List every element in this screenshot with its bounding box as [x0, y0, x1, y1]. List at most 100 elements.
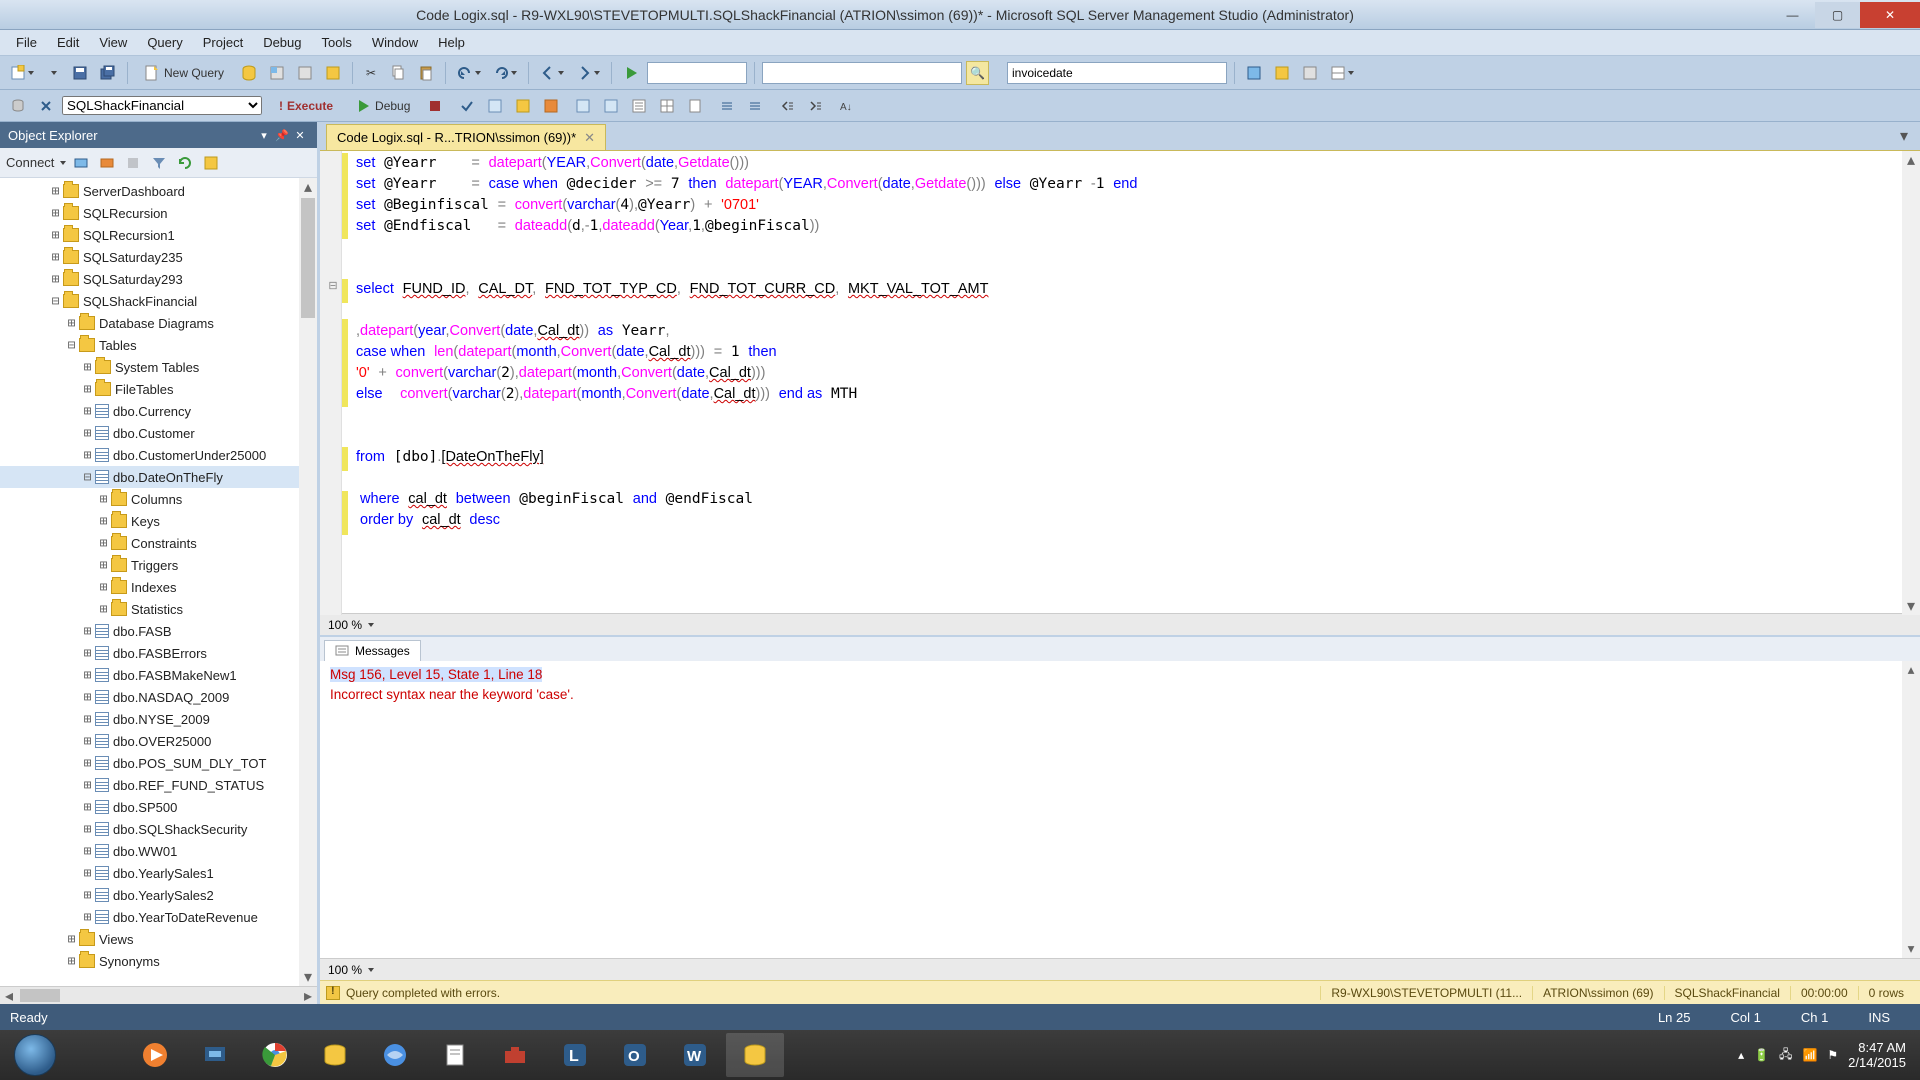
change-connection-icon[interactable] [34, 94, 58, 118]
find-icon[interactable]: 🔍 [966, 61, 989, 85]
cut-icon[interactable]: ✂ [360, 61, 382, 85]
start-debug-icon[interactable] [619, 61, 643, 85]
tree-expand-icon[interactable]: ⊞ [96, 580, 111, 595]
tree-node[interactable]: ⊞FileTables [0, 378, 317, 400]
registered-servers-icon[interactable] [1242, 61, 1266, 85]
taskbar-explorer-icon[interactable] [66, 1033, 124, 1077]
tree-expand-icon[interactable]: ⊞ [80, 734, 95, 749]
decrease-indent-icon[interactable] [775, 94, 799, 118]
tree-expand-icon[interactable]: ⊞ [48, 206, 63, 221]
tray-flag-icon[interactable]: ⚑ [1827, 1048, 1838, 1062]
parse-icon[interactable] [455, 94, 479, 118]
tree-expand-icon[interactable]: ⊞ [80, 778, 95, 793]
tree-expand-icon[interactable]: ⊞ [96, 514, 111, 529]
tab-close-icon[interactable]: ✕ [584, 130, 595, 146]
tree-expand-icon[interactable]: ⊞ [80, 690, 95, 705]
disconnect-icon[interactable] [96, 152, 118, 174]
taskbar-outlook-icon[interactable]: O [606, 1033, 664, 1077]
tree-node[interactable]: ⊞Indexes [0, 576, 317, 598]
tree-expand-icon[interactable]: ⊞ [80, 800, 95, 815]
tree-node[interactable]: ⊞SQLSaturday293 [0, 268, 317, 290]
filter-icon[interactable] [148, 152, 170, 174]
analysis-query-icon[interactable] [265, 61, 289, 85]
tree-node[interactable]: ⊞dbo.Currency [0, 400, 317, 422]
tree-node[interactable]: ⊞dbo.NASDAQ_2009 [0, 686, 317, 708]
tree-expand-icon[interactable]: ⊞ [64, 954, 79, 969]
editor-vscrollbar[interactable]: ▴▾ [1902, 151, 1920, 615]
taskbar-media-player-icon[interactable] [126, 1033, 184, 1077]
available-db-icon[interactable] [6, 94, 30, 118]
connect-dropdown-icon[interactable] [60, 161, 66, 165]
taskbar-ssms-active-icon[interactable] [726, 1033, 784, 1077]
tree-node[interactable]: ⊟dbo.DateOnTheFly [0, 466, 317, 488]
tree-node[interactable]: ⊞dbo.WW01 [0, 840, 317, 862]
zoom-level[interactable]: 100 % [328, 618, 374, 632]
taskbar-chrome-icon[interactable] [246, 1033, 304, 1077]
close-button[interactable]: ✕ [1860, 2, 1920, 28]
tree-node[interactable]: ⊞dbo.SP500 [0, 796, 317, 818]
tree-expand-icon[interactable]: ⊞ [96, 602, 111, 617]
panel-pin-icon[interactable]: 📌 [273, 129, 291, 142]
tree-node[interactable]: ⊞dbo.POS_SUM_DLY_TOT [0, 752, 317, 774]
menu-file[interactable]: File [6, 32, 47, 53]
object-explorer-icon[interactable] [1270, 61, 1294, 85]
tray-chevron-icon[interactable]: ▴ [1738, 1048, 1744, 1062]
object-explorer-header[interactable]: Object Explorer ▾ 📌 ✕ [0, 122, 317, 148]
tree-node[interactable]: ⊞Statistics [0, 598, 317, 620]
tree-expand-icon[interactable]: ⊞ [80, 822, 95, 837]
tree-node[interactable]: ⊞dbo.FASBMakeNew1 [0, 664, 317, 686]
stop-icon[interactable] [122, 152, 144, 174]
tree-node[interactable]: ⊞Constraints [0, 532, 317, 554]
new-project-icon[interactable] [6, 61, 38, 85]
menu-project[interactable]: Project [193, 32, 253, 53]
menu-debug[interactable]: Debug [253, 32, 311, 53]
minimize-button[interactable]: — [1770, 2, 1815, 28]
tray-battery-icon[interactable]: 🔋 [1754, 1048, 1769, 1062]
menu-help[interactable]: Help [428, 32, 475, 53]
tree-expand-icon[interactable]: ⊞ [80, 910, 95, 925]
tree-expand-icon[interactable]: ⊞ [80, 448, 95, 463]
tree-expand-icon[interactable]: ⊟ [80, 470, 95, 485]
tree-expand-icon[interactable]: ⊞ [48, 228, 63, 243]
tray-network-icon[interactable]: 🖧 [1779, 1045, 1792, 1066]
tree-node[interactable]: ⊞dbo.NYSE_2009 [0, 708, 317, 730]
tree-node[interactable]: ⊞Synonyms [0, 950, 317, 972]
menu-tools[interactable]: Tools [312, 32, 362, 53]
find-combo[interactable] [762, 62, 962, 84]
menu-window[interactable]: Window [362, 32, 428, 53]
tree-node[interactable]: ⊞Views [0, 928, 317, 950]
tree-node[interactable]: ⊞ServerDashboard [0, 180, 317, 202]
tree-node[interactable]: ⊞dbo.YearToDateRevenue [0, 906, 317, 928]
messages-tab[interactable]: Messages [324, 640, 421, 661]
solution-config-combo[interactable] [647, 62, 747, 84]
comment-icon[interactable] [715, 94, 739, 118]
tree-expand-icon[interactable]: ⊟ [48, 294, 63, 309]
refresh-icon[interactable] [174, 152, 196, 174]
tree-node[interactable]: ⊞SQLRecursion1 [0, 224, 317, 246]
tree-node[interactable]: ⊟SQLShackFinancial [0, 290, 317, 312]
properties-icon[interactable] [1326, 61, 1358, 85]
menu-query[interactable]: Query [137, 32, 192, 53]
actual-plan-icon[interactable] [571, 94, 595, 118]
tree-expand-icon[interactable]: ⊞ [96, 536, 111, 551]
tree-expand-icon[interactable]: ⊞ [48, 272, 63, 287]
taskbar-lync-icon[interactable]: L [546, 1033, 604, 1077]
tree-expand-icon[interactable]: ⊞ [64, 932, 79, 947]
taskbar-word-icon[interactable]: W [666, 1033, 724, 1077]
tree-expand-icon[interactable]: ⊞ [48, 184, 63, 199]
debug-button[interactable]: Debug [346, 94, 419, 118]
tree-expand-icon[interactable]: ⊞ [80, 756, 95, 771]
tree-hscrollbar[interactable]: ◂▸ [0, 986, 317, 1004]
tree-node[interactable]: ⊞Columns [0, 488, 317, 510]
menu-edit[interactable]: Edit [47, 32, 89, 53]
summary-icon[interactable] [200, 152, 222, 174]
dmx-query-icon[interactable] [321, 61, 345, 85]
panel-dropdown-icon[interactable]: ▾ [255, 129, 273, 142]
execute-button[interactable]: !Execute [270, 94, 342, 118]
navigate-back-icon[interactable] [536, 61, 568, 85]
undo-icon[interactable] [453, 61, 485, 85]
tree-expand-icon[interactable]: ⊞ [80, 646, 95, 661]
tree-expand-icon[interactable]: ⊞ [80, 888, 95, 903]
template-explorer-icon[interactable] [1298, 61, 1322, 85]
tree-node[interactable]: ⊟Tables [0, 334, 317, 356]
